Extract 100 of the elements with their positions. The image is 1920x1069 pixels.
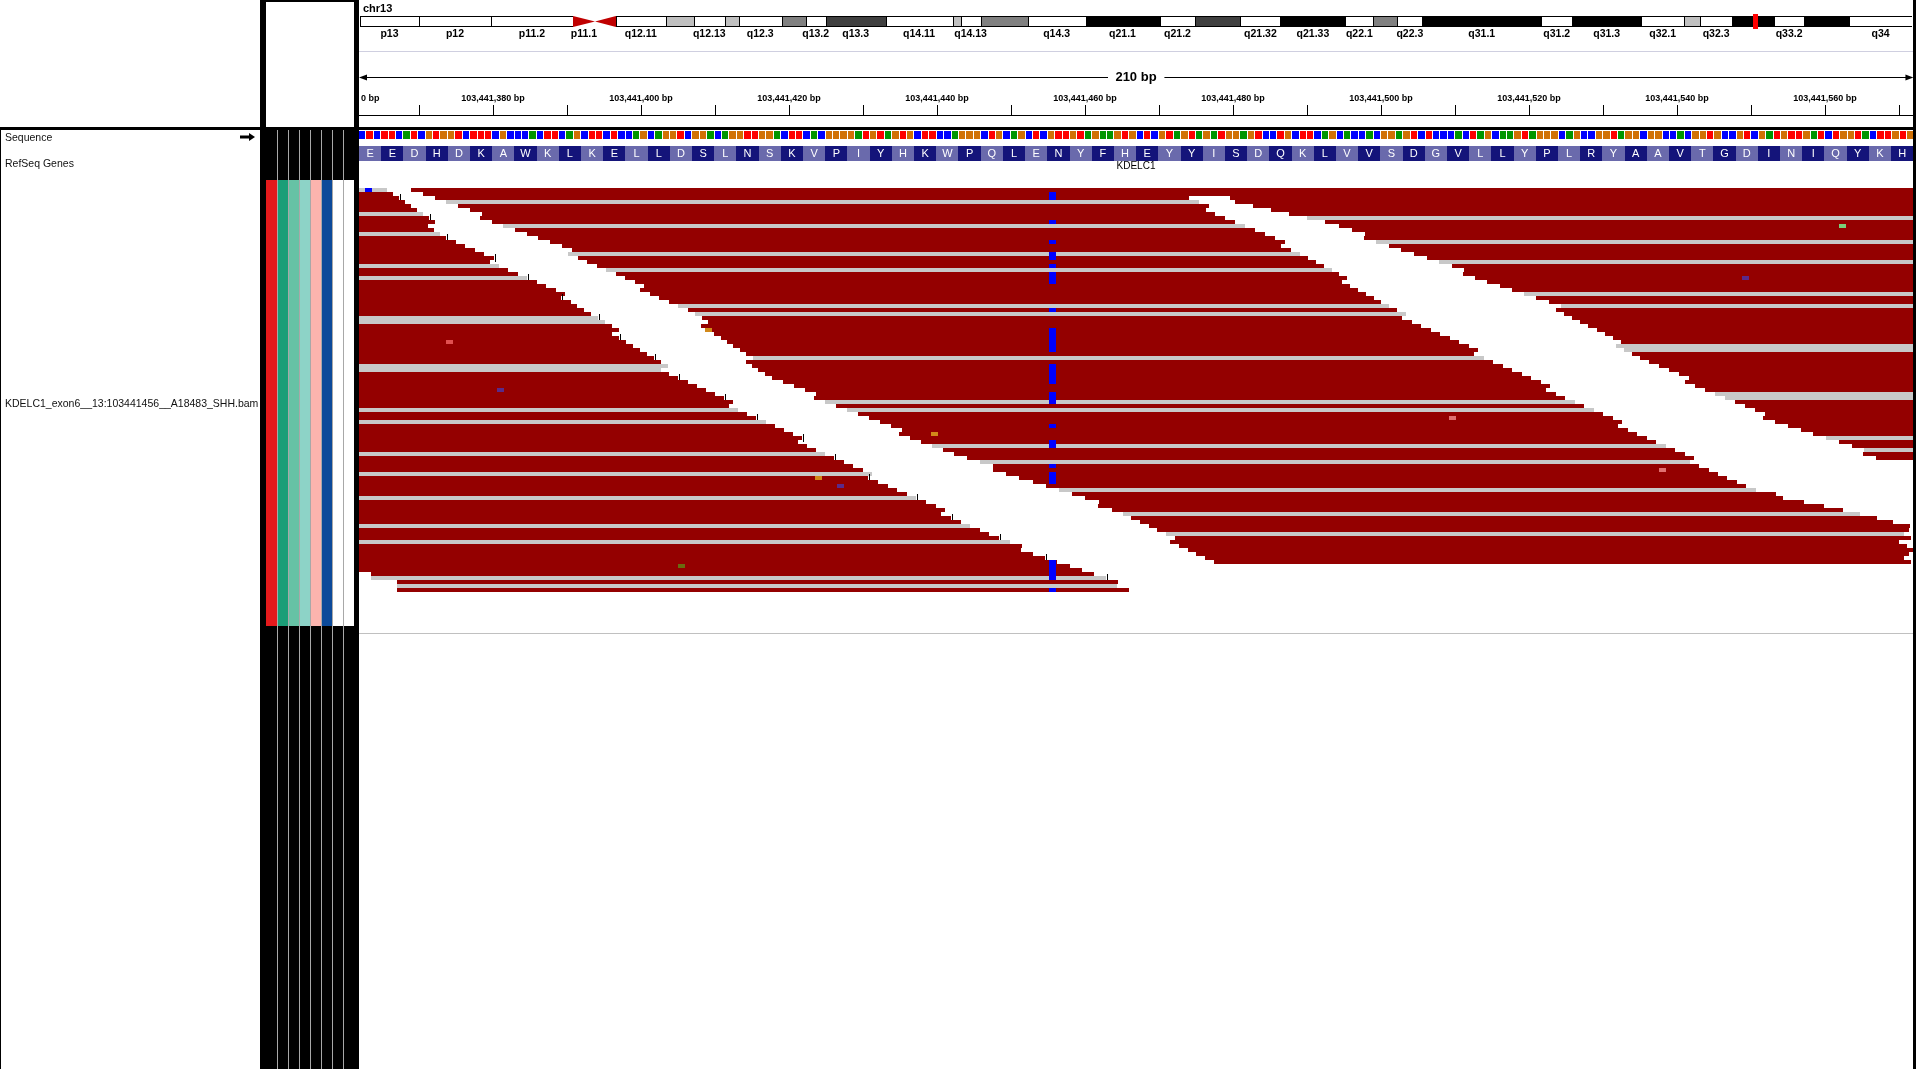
amino-acid-cell: N [1047, 146, 1070, 161]
band-label: q21.1 [1109, 27, 1136, 39]
amino-acid-cell: H [425, 146, 448, 161]
band-label: q14.11 [903, 27, 936, 39]
amino-acid-cell: K [780, 146, 804, 161]
amino-acid-cell: F [1091, 146, 1114, 161]
amino-acid-cell: Y [1602, 146, 1625, 161]
amino-acid-cell: Y [1846, 146, 1869, 161]
ruler-tick-label: 103,441,520 bp [1497, 92, 1561, 104]
ruler-tick-label: 103,441,560 bp [1793, 92, 1857, 104]
ruler-tick-label: 103,441,540 bp [1645, 92, 1709, 104]
ruler-tick-label: 103,441,460 bp [1053, 92, 1117, 104]
amino-acid-cell: L [1469, 146, 1492, 161]
amino-acid-cell: K [1868, 146, 1891, 161]
band-label: q21.2 [1164, 27, 1191, 39]
amino-acid-cell: I [847, 146, 870, 161]
ruler-tick-label: 103,441,380 bp [461, 92, 525, 104]
arrow-right-icon[interactable] [240, 133, 255, 141]
track-name[interactable]: RefSeq Genes [5, 157, 74, 169]
amino-acid-cell: Q [980, 146, 1003, 161]
band-label: q12.13 [692, 27, 726, 39]
amino-acid-cell: E [1025, 146, 1048, 161]
amino-acid-cell: Y [1069, 146, 1092, 161]
amino-acid-cell: T [1691, 146, 1714, 161]
amino-acid-cell: Y [1180, 146, 1203, 161]
band-label: q33.2 [1775, 27, 1803, 39]
amino-acid-cell: Q [1824, 146, 1847, 161]
ruler-tick-label: 103,441,440 bp [905, 92, 969, 104]
amino-acid-cell: I [1202, 146, 1225, 161]
band-label: q21.32 [1244, 27, 1277, 39]
band-label: p11.1 [570, 27, 597, 39]
amino-acid-cell: V [1335, 146, 1359, 161]
band-label: q21.33 [1296, 27, 1330, 39]
amino-acid-cell: I [1802, 146, 1825, 161]
amino-acid-cell: W [936, 146, 959, 161]
amino-acid-cell: L [1002, 146, 1026, 161]
amino-acid-cell: A [1624, 146, 1647, 161]
amino-acid-cell: H [1113, 146, 1137, 161]
amino-acid-cell: N [736, 146, 759, 161]
amino-acid-cell: G [1713, 146, 1736, 161]
band-label: q12.3 [746, 27, 774, 39]
amino-acid-cell: L [1557, 146, 1581, 161]
band-label: p13 [380, 27, 399, 39]
band-label: q22.3 [1396, 27, 1424, 39]
amino-acid-cell: H [891, 146, 915, 161]
amino-acid-cell: A [1646, 146, 1669, 161]
region-marker-icon [1753, 14, 1759, 29]
ruler-tick-label: 103,441,420 bp [757, 92, 821, 104]
amino-acid-cell: L [558, 146, 582, 161]
amino-acid-cell: P [825, 146, 848, 161]
gene-label: KDELC1 [1116, 161, 1156, 171]
band-label: q31.1 [1468, 27, 1496, 39]
ruler-tick-label: 103,441,500 bp [1349, 92, 1413, 104]
amino-acid-cell: P [1535, 146, 1558, 161]
amino-acid-cell: E [1136, 146, 1159, 161]
band-label: q34 [1871, 27, 1890, 39]
ruler-tick-label: 103,441,400 bp [609, 92, 673, 104]
amino-acid-cell: I [1757, 146, 1780, 161]
band-label: q13.2 [802, 27, 830, 39]
ruler-tick-label: 103,441,480 bp [1201, 92, 1265, 104]
amino-acid-cell: D [403, 146, 426, 161]
amino-acid-cell: V [1669, 146, 1692, 161]
amino-acid-cell: K [470, 146, 493, 161]
track-name[interactable]: KDELC1_exon6__13:103441456__A18483_SHH.bam [5, 397, 259, 409]
amino-acid-cell: S [692, 146, 715, 161]
amino-acid-cell: V [803, 146, 826, 161]
span-label: 210 bp [1114, 70, 1158, 84]
amino-acid-cell: V [1446, 146, 1470, 161]
amino-acid-cell: E [359, 146, 382, 161]
amino-acid-cell: R [1580, 146, 1603, 161]
amino-acid-cell: P [958, 146, 981, 161]
amino-acid-cell: D [1735, 146, 1758, 161]
band-label: q31.2 [1543, 27, 1571, 39]
band-label: p11.2 [518, 27, 546, 39]
amino-acid-cell: V [1358, 146, 1381, 161]
amino-acid-cell: K [914, 146, 937, 161]
chromosome-name: chr13 [363, 2, 393, 14]
amino-acid-cell: Y [1158, 146, 1181, 161]
amino-acid-cell: D [1402, 146, 1425, 161]
band-label: q14.3 [1043, 27, 1070, 39]
amino-acid-cell: N [1780, 146, 1803, 161]
amino-acid-cell: G [1424, 146, 1447, 161]
band-label: p12 [445, 27, 464, 39]
ruler-tick-label: 0 bp [361, 92, 380, 104]
amino-acid-cell: L [1313, 146, 1336, 161]
band-label: q13.3 [842, 27, 870, 39]
amino-acid-cell: Q [1269, 146, 1292, 161]
track-name[interactable]: Sequence [5, 131, 53, 143]
amino-acid-cell: H [1891, 146, 1914, 161]
amino-acid-cell: E [381, 146, 404, 161]
amino-acid-cell: D [447, 146, 470, 161]
amino-acid-cell: L [1491, 146, 1514, 161]
amino-acid-cell: Y [1513, 146, 1536, 161]
band-label: q32.3 [1702, 27, 1730, 39]
amino-acid-cell: L [625, 146, 648, 161]
amino-acid-cell: S [758, 146, 781, 161]
amino-acid-cell: D [1247, 146, 1270, 161]
amino-acid-cell: A [492, 146, 515, 161]
amino-acid-cell: K [581, 146, 604, 161]
band-label: q31.3 [1593, 27, 1621, 39]
